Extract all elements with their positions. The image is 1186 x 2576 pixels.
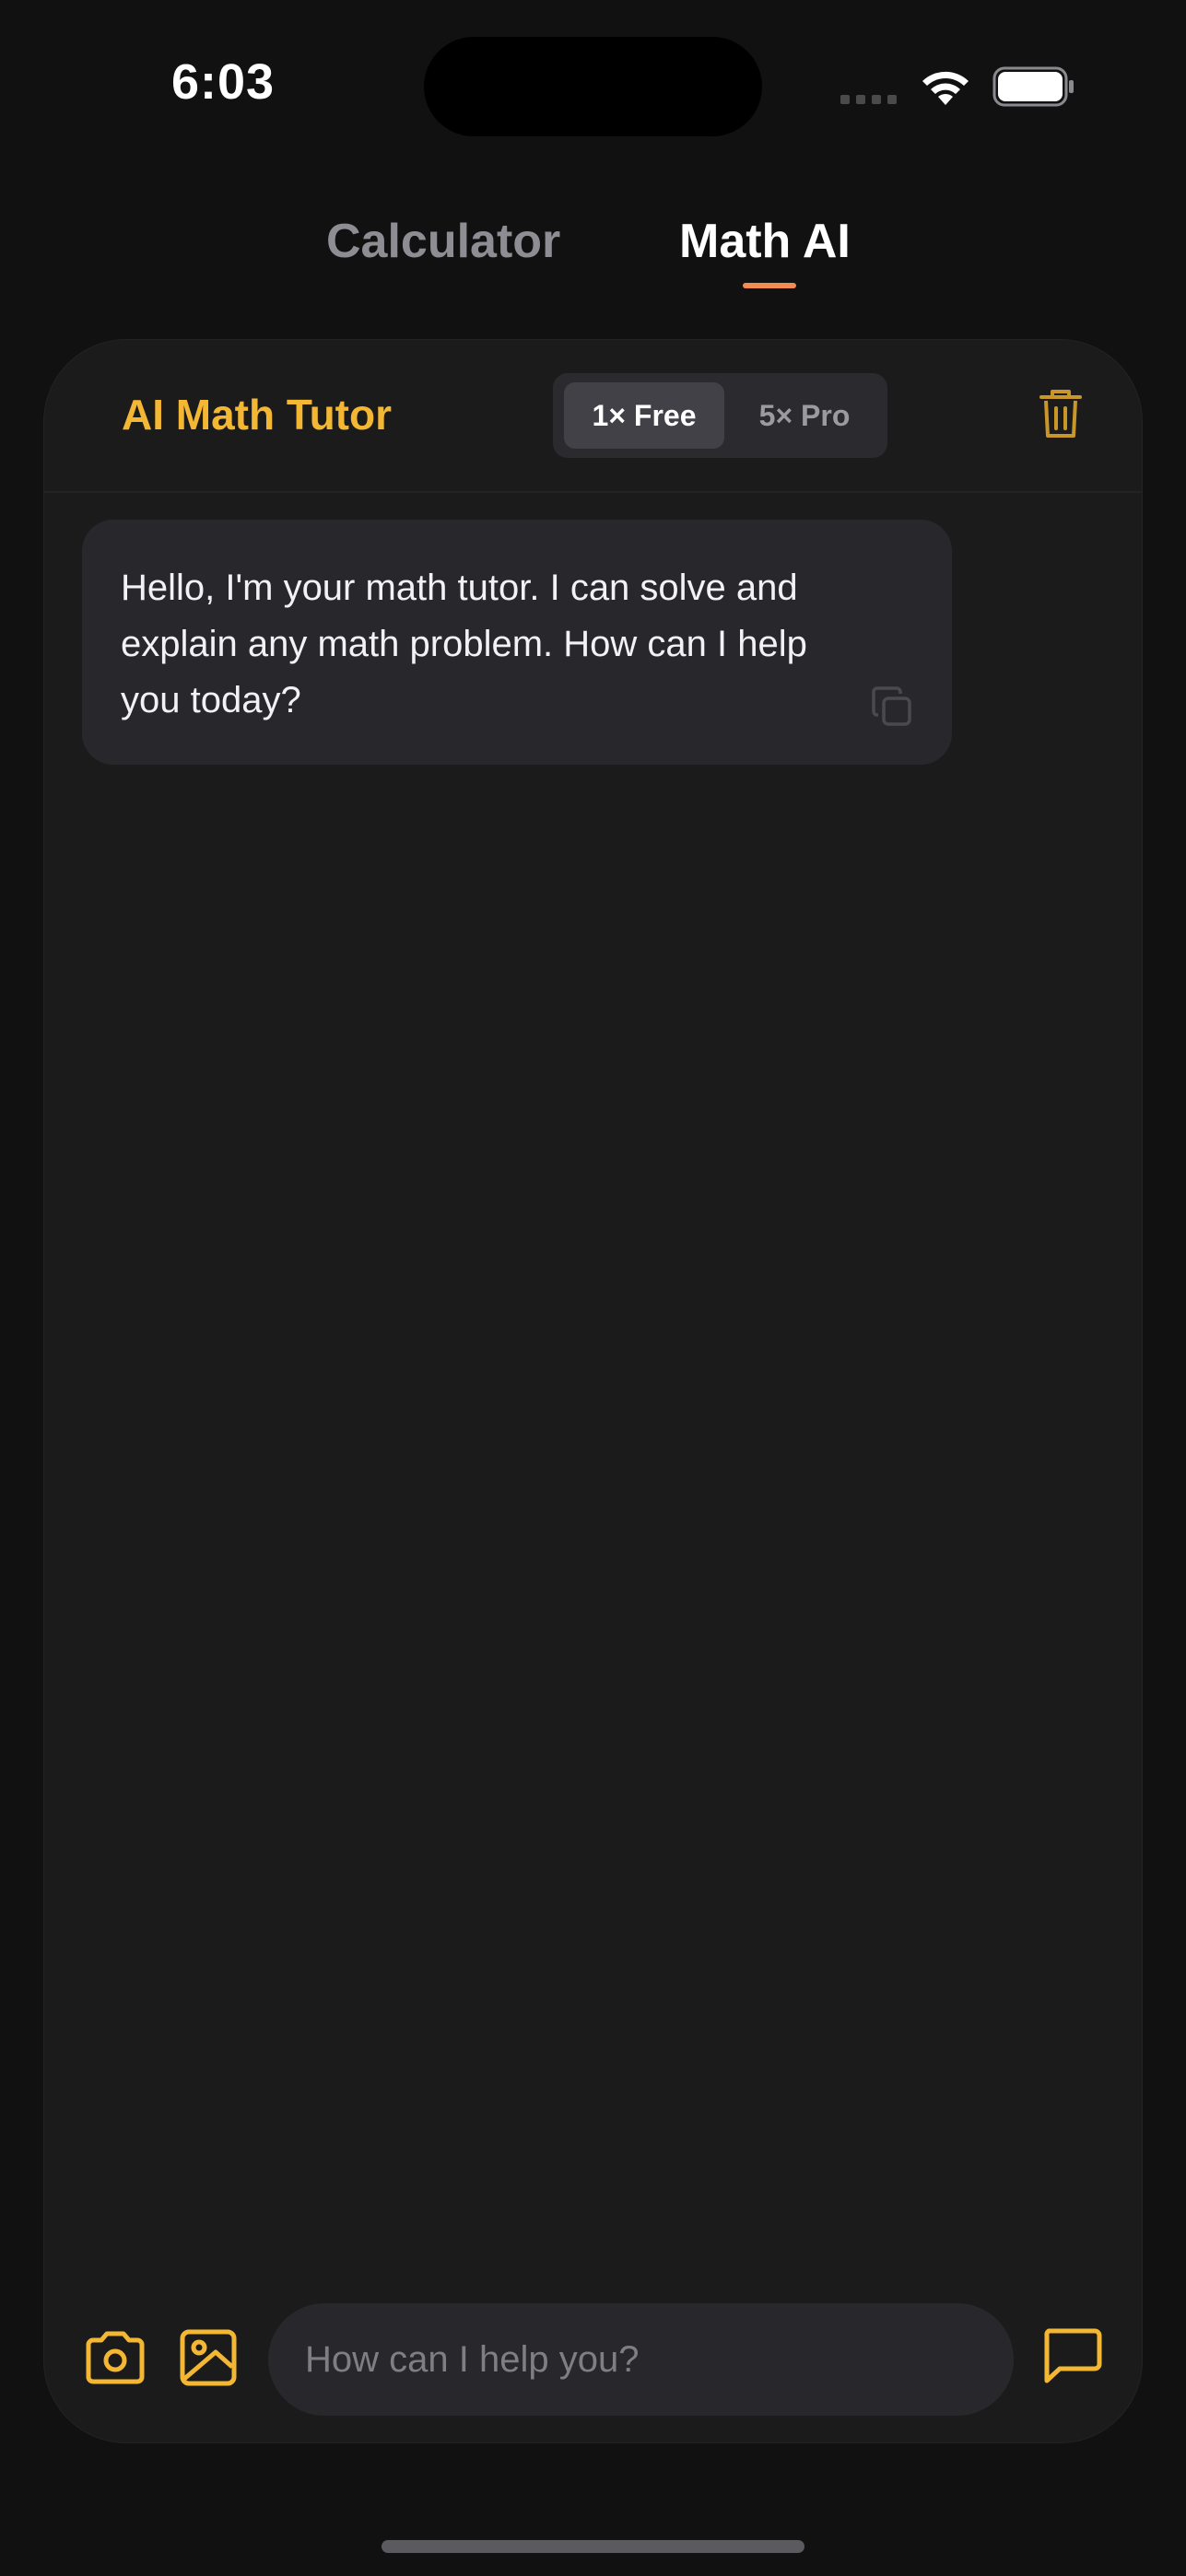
chat-send-icon[interactable] xyxy=(1041,2327,1102,2384)
camera-icon[interactable] xyxy=(83,2330,147,2385)
assistant-message: Hello, I'm your math tutor. I can solve … xyxy=(82,520,952,765)
header-divider xyxy=(44,491,1142,493)
home-indicator xyxy=(382,2540,804,2553)
screen: 6:03 Calculator Math AI AI Math Tutor 1×… xyxy=(0,0,1186,2576)
copy-icon[interactable] xyxy=(871,685,913,728)
mode-free-option[interactable]: 1× Free xyxy=(564,382,724,449)
chat-header: AI Math Tutor 1× Free 5× Pro xyxy=(44,340,1142,491)
mode-pro-option[interactable]: 5× Pro xyxy=(728,382,881,449)
trash-icon[interactable] xyxy=(1038,388,1084,439)
battery-icon xyxy=(992,66,1074,107)
message-input[interactable] xyxy=(305,2303,987,2416)
message-text: Hello, I'm your math tutor. I can solve … xyxy=(121,568,807,720)
status-time: 6:03 xyxy=(171,54,276,110)
tab-math-ai[interactable]: Math AI xyxy=(679,214,851,269)
chat-title: AI Math Tutor xyxy=(122,391,392,439)
mode-switch: 1× Free 5× Pro xyxy=(553,373,887,458)
cellular-signal-icon xyxy=(840,95,897,104)
dynamic-island xyxy=(424,37,762,136)
active-tab-indicator xyxy=(743,283,796,288)
message-input-container xyxy=(268,2303,1014,2416)
tab-calculator[interactable]: Calculator xyxy=(326,214,560,269)
image-icon[interactable] xyxy=(179,2328,238,2387)
chat-card: AI Math Tutor 1× Free 5× Pro Hello, I'm … xyxy=(43,339,1143,2443)
wifi-icon xyxy=(922,71,969,105)
